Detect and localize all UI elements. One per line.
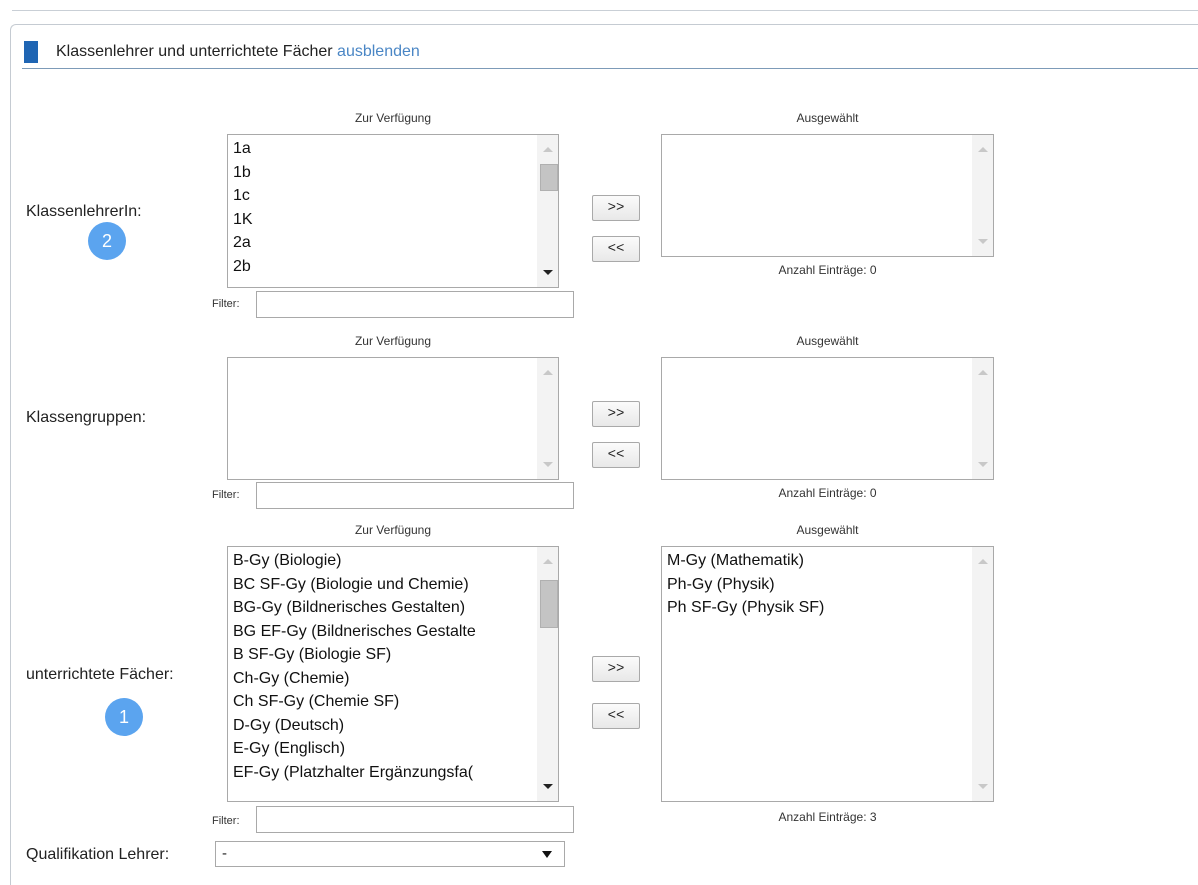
class-teacher-remove-button[interactable]: << [592,236,640,262]
dropdown-arrow-icon [542,851,552,858]
section-title-text: Klassenlehrer und unterrichtete Fächer [56,43,333,60]
top-divider [12,10,1198,11]
list-option[interactable]: 1K [233,208,536,232]
list-option[interactable]: 2b [233,255,536,279]
scroll-down-arrow-icon[interactable] [978,462,988,467]
scroll-up-arrow-icon[interactable] [543,559,553,564]
scrollbar[interactable] [537,358,558,479]
class-groups-count: Anzahl Einträge: 0 [778,486,877,500]
scrollbar[interactable] [537,135,558,287]
list-option[interactable]: BG-Gy (Bildnerisches Gestalten) [233,596,536,620]
list-option[interactable]: Ph SF-Gy (Physik SF) [667,596,971,620]
list-option[interactable]: Ph-Gy (Physik) [667,573,971,597]
class-teacher-selected-caption: Ausgewählt [796,111,859,125]
class-groups-remove-button[interactable]: << [592,442,640,468]
list-option[interactable]: EF-Gy (Platzhalter Ergänzungsfa( [233,761,536,785]
class-teacher-filter-input[interactable] [256,291,574,318]
scroll-down-arrow-icon[interactable] [543,462,553,467]
subjects-available-caption: Zur Verfügung [354,523,432,537]
list-option[interactable]: 2a [233,231,536,255]
class-teacher-label: KlassenlehrerIn: [26,203,142,220]
class-groups-selected-list[interactable] [661,357,994,480]
class-groups-label: Klassengruppen: [26,409,147,426]
list-option[interactable]: BC SF-Gy (Biologie und Chemie) [233,573,536,597]
scroll-up-arrow-icon[interactable] [543,147,553,152]
scroll-down-arrow-icon[interactable] [978,784,988,789]
list-option[interactable]: D-Gy (Deutsch) [233,714,536,738]
scrollbar[interactable] [972,547,993,801]
list-option[interactable]: M-Gy (Mathematik) [667,549,971,573]
list-option[interactable]: 1b [233,161,536,185]
class-teacher-count: Anzahl Einträge: 0 [778,263,877,277]
subjects-filter-label: Filter: [212,815,240,827]
class-teacher-filter-label: Filter: [212,298,240,310]
list-option[interactable]: BG EF-Gy (Bildnerisches Gestalte [233,620,536,644]
hide-section-link[interactable]: ausblenden [337,43,420,60]
scrollbar[interactable] [972,135,993,256]
list-option[interactable]: B SF-Gy (Biologie SF) [233,643,536,667]
class-groups-add-button[interactable]: >> [592,401,640,427]
subjects-add-button[interactable]: >> [592,656,640,682]
class-groups-available-list[interactable] [227,357,559,480]
scroll-down-arrow-icon[interactable] [543,784,553,789]
scroll-down-arrow-icon[interactable] [978,239,988,244]
subjects-step-badge: 1 [105,698,143,736]
subjects-filter-input[interactable] [256,806,574,833]
scrollbar-thumb[interactable] [540,580,558,628]
section-accent-bar [24,41,38,63]
subjects-remove-button[interactable]: << [592,703,640,729]
class-groups-available-caption: Zur Verfügung [354,334,432,348]
list-option[interactable]: 1c [233,184,536,208]
scroll-up-arrow-icon[interactable] [978,559,988,564]
class-teacher-step-badge: 2 [88,222,126,260]
class-groups-filter-label: Filter: [212,489,240,501]
class-groups-selected-caption: Ausgewählt [796,334,859,348]
scrollbar[interactable] [537,547,558,801]
class-teacher-available-caption: Zur Verfügung [354,111,432,125]
list-option[interactable]: Ch-Gy (Chemie) [233,667,536,691]
subjects-available-list[interactable]: B-Gy (Biologie) BC SF-Gy (Biologie und Ch… [227,546,559,802]
class-groups-filter-input[interactable] [256,482,574,509]
subjects-label: unterrichtete Fächer: [26,666,174,683]
class-teacher-selected-list[interactable] [661,134,994,257]
scrollbar[interactable] [972,358,993,479]
list-option[interactable]: 1a [233,137,536,161]
list-option[interactable]: Ch SF-Gy (Chemie SF) [233,690,536,714]
scroll-up-arrow-icon[interactable] [978,147,988,152]
scroll-up-arrow-icon[interactable] [543,370,553,375]
subjects-selected-list[interactable]: M-Gy (Mathematik) Ph-Gy (Physik) Ph SF-Gy … [661,546,994,802]
list-option[interactable]: E-Gy (Englisch) [233,737,536,761]
class-teacher-add-button[interactable]: >> [592,195,640,221]
qualification-select[interactable]: - [215,841,565,867]
subjects-count: Anzahl Einträge: 3 [778,810,877,824]
qualification-selected-value: - [222,845,227,862]
qualification-label: Qualifikation Lehrer: [26,846,170,863]
scroll-down-arrow-icon[interactable] [543,270,553,275]
list-option[interactable]: B-Gy (Biologie) [233,549,536,573]
class-teacher-available-list[interactable]: 1a 1b 1c 1K 2a 2b [227,134,559,288]
subjects-selected-caption: Ausgewählt [796,523,859,537]
scrollbar-thumb[interactable] [540,164,558,191]
section-title: Klassenlehrer und unterrichtete Fächer a… [56,43,420,61]
section-header: Klassenlehrer und unterrichtete Fächer a… [22,38,1198,69]
scroll-up-arrow-icon[interactable] [978,370,988,375]
